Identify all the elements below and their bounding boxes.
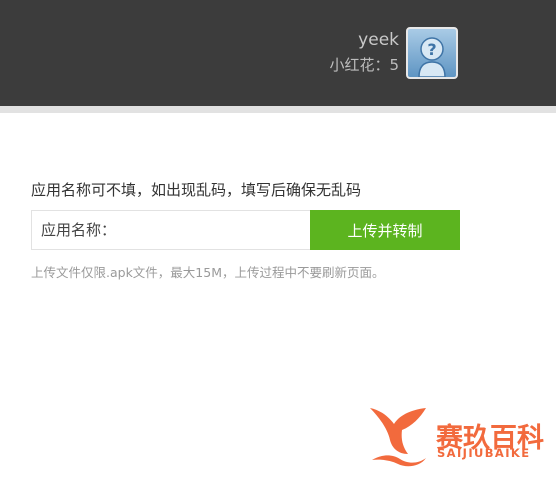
points-text: 小红花：5 [329,56,399,74]
app-name-input[interactable] [31,210,310,250]
username-link[interactable]: yeek [358,30,399,50]
page: yeek 小红花：5 ? 应用名称可不填，如出现乱码，填写后确保无乱码 上传并转… [0,0,556,481]
upload-hint: 上传文件仅限.apk文件，最大15M，上传过程中不要刷新页面。 [31,265,385,280]
watermark-subtitle: SAIJIUBAIKE [437,446,531,460]
header-divider [0,106,556,113]
avatar[interactable]: ? [406,27,458,79]
instruction-text: 应用名称可不填，如出现乱码，填写后确保无乱码 [31,181,362,199]
whale-tail-logo-icon [370,408,426,467]
top-header: yeek 小红花：5 ? [0,0,556,106]
watermark: 赛玖百科 SAIJIUBAIKE [366,404,546,470]
svg-text:?: ? [427,40,436,59]
question-avatar-icon: ? [408,29,456,77]
upload-convert-button[interactable]: 上传并转制 [310,210,460,250]
